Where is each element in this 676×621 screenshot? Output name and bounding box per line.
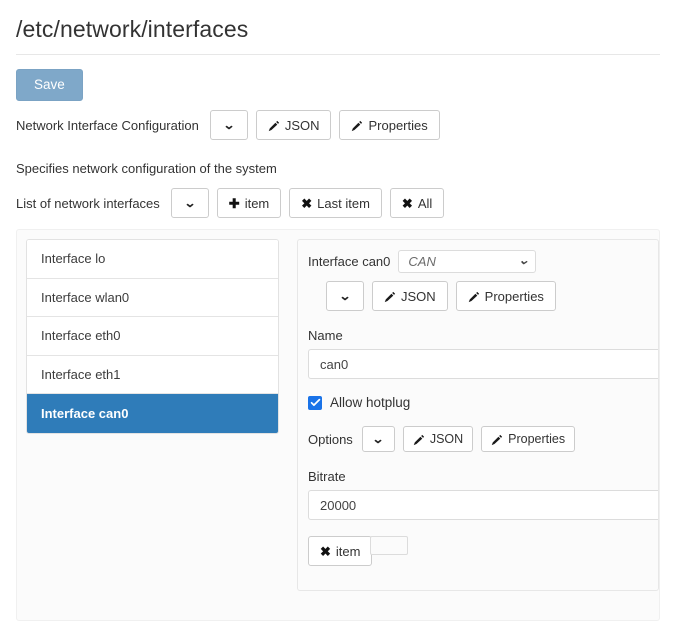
page-title: /etc/network/interfaces — [16, 16, 249, 42]
interface-list: Interface lo Interface wlan0 Interface e… — [26, 239, 279, 434]
pencil-icon — [268, 120, 280, 132]
list-item-selected[interactable]: Interface can0 — [27, 394, 278, 433]
times-icon: ✖ — [320, 543, 331, 559]
remove-item-label: item — [335, 543, 361, 559]
list-item-label: Interface eth1 — [41, 366, 121, 382]
root-config-label: Network Interface Configuration — [16, 117, 199, 133]
bitrate-field-label: Bitrate — [308, 469, 346, 484]
interface-list-label: List of network interfaces — [16, 195, 160, 211]
interface-detail-panel: Interface can0 CAN ⌄ ⌄ JSON Properties N… — [297, 239, 659, 591]
list-item[interactable]: Interface wlan0 — [27, 278, 278, 317]
chevron-down-icon: ⌄ — [518, 255, 530, 267]
list-item-label: Interface wlan0 — [41, 289, 130, 305]
chevron-down-icon: ⌄ — [222, 118, 236, 132]
times-icon: ✖ — [401, 195, 413, 211]
pencil-icon — [491, 434, 503, 446]
root-properties-label: Properties — [368, 117, 428, 133]
options-label: Options — [308, 431, 353, 447]
name-input[interactable] — [308, 349, 658, 379]
interfaces-panel: Interface lo Interface wlan0 Interface e… — [16, 229, 660, 621]
delete-last-item-button[interactable]: ✖ Last item — [289, 188, 382, 218]
interface-type-value: CAN — [408, 254, 436, 269]
pencil-icon — [468, 291, 480, 303]
delete-all-items-label: All — [417, 195, 433, 211]
remove-item-button[interactable]: ✖ item — [308, 536, 373, 566]
root-json-button[interactable]: JSON — [255, 110, 332, 140]
times-icon: ✖ — [301, 195, 313, 211]
detail-properties-label: Properties — [484, 288, 544, 304]
page-root: /etc/network/interfaces Save Network Int… — [0, 0, 676, 621]
chevron-down-icon: ⌄ — [372, 432, 385, 446]
detail-properties-button[interactable]: Properties — [455, 281, 556, 311]
chevron-down-icon: ⌄ — [338, 289, 352, 303]
detail-toolbar: ⌄ JSON Properties — [308, 273, 658, 311]
add-item-button[interactable]: ✚ item — [216, 188, 282, 218]
check-icon — [310, 398, 320, 407]
allow-hotplug-checkbox[interactable] — [308, 395, 322, 410]
save-button[interactable]: Save — [16, 69, 83, 101]
detail-json-button[interactable]: JSON — [372, 281, 448, 311]
detail-json-label: JSON — [401, 288, 436, 304]
root-collapse-button[interactable]: ⌄ — [209, 110, 248, 140]
save-row: Save — [16, 55, 660, 101]
allow-hotplug-row[interactable]: Allow hotplug — [308, 379, 658, 410]
interface-list-toolbar: List of network interfaces ⌄ ✚ item ✖ La… — [16, 176, 660, 218]
root-config-toolbar: Network Interface Configuration ⌄ JSON P… — [16, 101, 660, 140]
list-item-label: Interface lo — [41, 251, 106, 267]
config-description: Specifies network configuration of the s… — [16, 161, 277, 176]
root-properties-button[interactable]: Properties — [339, 110, 440, 140]
options-json-label: JSON — [429, 431, 464, 446]
add-item-label: item — [244, 195, 270, 211]
options-toolbar: Options ⌄ JSON Properties — [308, 410, 658, 452]
options-properties-button[interactable]: Properties — [481, 426, 576, 452]
list-item-label: Interface can0 — [41, 405, 129, 421]
list-item[interactable]: Interface eth1 — [27, 355, 278, 394]
bitrate-input[interactable] — [308, 490, 658, 520]
delete-all-items-button[interactable]: ✖ All — [389, 188, 445, 218]
chevron-down-icon: ⌄ — [183, 196, 197, 210]
pencil-icon — [384, 291, 396, 303]
root-json-label: JSON — [284, 117, 320, 133]
allow-hotplug-label: Allow hotplug — [330, 395, 411, 410]
name-field-label: Name — [308, 328, 343, 343]
options-json-button[interactable]: JSON — [402, 426, 474, 452]
pencil-icon — [413, 434, 425, 446]
list-item[interactable]: Interface eth0 — [27, 317, 278, 356]
list-item-label: Interface eth0 — [41, 328, 121, 344]
detail-header-label: Interface can0 — [308, 254, 391, 269]
detail-header: Interface can0 CAN ⌄ — [308, 250, 658, 273]
options-collapse-button[interactable]: ⌄ — [361, 426, 395, 452]
list-item[interactable]: Interface lo — [27, 240, 278, 279]
remove-item-row: ✖ item — [308, 520, 658, 566]
adjacent-empty-button[interactable] — [370, 536, 409, 555]
detail-collapse-button[interactable]: ⌄ — [326, 281, 364, 311]
list-collapse-button[interactable]: ⌄ — [170, 188, 209, 218]
plus-icon: ✚ — [228, 195, 240, 211]
interface-type-select[interactable]: CAN ⌄ — [398, 250, 537, 273]
delete-last-item-label: Last item — [317, 195, 370, 211]
options-properties-label: Properties — [508, 431, 566, 446]
pencil-icon — [351, 120, 363, 132]
